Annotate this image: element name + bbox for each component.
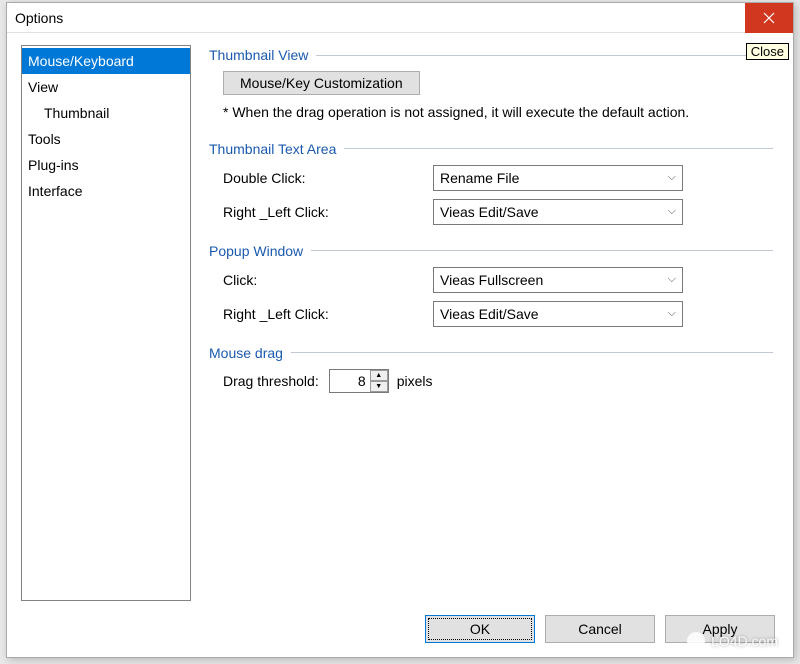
label-click: Click:: [223, 272, 433, 288]
row-click: Click: Vieas Fullscreen ⌵: [223, 267, 773, 293]
section-title: Popup Window: [209, 243, 303, 259]
apply-button[interactable]: Apply: [665, 615, 775, 643]
section-header-thumbnail-text-area: Thumbnail Text Area: [209, 141, 773, 157]
combo-value: Rename File: [440, 170, 519, 186]
section-popup-window: Popup Window Click: Vieas Fullscreen ⌵ R…: [209, 243, 773, 327]
threshold-suffix: pixels: [397, 373, 433, 389]
content-panel: Thumbnail View Mouse/Key Customization *…: [209, 45, 779, 605]
close-icon: [763, 12, 775, 24]
options-dialog: Options Close Mouse/Keyboard View Thumbn…: [6, 2, 794, 658]
drag-note: * When the drag operation is not assigne…: [223, 103, 773, 123]
combo-value: Vieas Edit/Save: [440, 204, 539, 220]
sidebar-item-tools[interactable]: Tools: [22, 126, 190, 152]
section-header-thumbnail-view: Thumbnail View: [209, 47, 773, 63]
chevron-down-icon: ⌵: [668, 273, 676, 286]
section-header-mouse-drag: Mouse drag: [209, 345, 773, 361]
sidebar-item-mouse-keyboard[interactable]: Mouse/Keyboard: [22, 48, 190, 74]
dialog-footer: OK Cancel Apply: [7, 605, 793, 657]
row-right-left-click-2: Right _Left Click: Vieas Edit/Save ⌵: [223, 301, 773, 327]
mouse-key-customization-button[interactable]: Mouse/Key Customization: [223, 71, 420, 95]
combo-right-left-click-1[interactable]: Vieas Edit/Save ⌵: [433, 199, 683, 225]
titlebar: Options: [7, 3, 793, 33]
section-thumbnail-view: Thumbnail View Mouse/Key Customization *…: [209, 47, 773, 123]
sidebar-item-view[interactable]: View: [22, 74, 190, 100]
label-double-click: Double Click:: [223, 170, 433, 186]
cancel-button[interactable]: Cancel: [545, 615, 655, 643]
sidebar-item-interface[interactable]: Interface: [22, 178, 190, 204]
divider: [291, 352, 773, 353]
combo-value: Vieas Fullscreen: [440, 272, 543, 288]
combo-value: Vieas Edit/Save: [440, 306, 539, 322]
chevron-down-icon: ⌵: [668, 171, 676, 184]
ok-button[interactable]: OK: [425, 615, 535, 643]
row-right-left-click-1: Right _Left Click: Vieas Edit/Save ⌵: [223, 199, 773, 225]
combo-right-left-click-2[interactable]: Vieas Edit/Save ⌵: [433, 301, 683, 327]
section-title: Mouse drag: [209, 345, 283, 361]
section-thumbnail-text-area: Thumbnail Text Area Double Click: Rename…: [209, 141, 773, 225]
label-right-left-click: Right _Left Click:: [223, 204, 433, 220]
divider: [316, 55, 773, 56]
row-drag-threshold: Drag threshold: ▲ ▼ pixels: [223, 369, 773, 393]
spinner-up[interactable]: ▲: [370, 370, 388, 381]
dialog-body: Mouse/Keyboard View Thumbnail Tools Plug…: [7, 33, 793, 605]
threshold-input[interactable]: [330, 370, 370, 392]
spinner-buttons: ▲ ▼: [370, 370, 388, 392]
window-title: Options: [15, 10, 63, 26]
section-title: Thumbnail Text Area: [209, 141, 336, 157]
section-title: Thumbnail View: [209, 47, 308, 63]
chevron-down-icon: ⌵: [668, 205, 676, 218]
row-double-click: Double Click: Rename File ⌵: [223, 165, 773, 191]
section-mouse-drag: Mouse drag Drag threshold: ▲ ▼ pixels: [209, 345, 773, 393]
close-button[interactable]: [745, 3, 793, 33]
sidebar: Mouse/Keyboard View Thumbnail Tools Plug…: [21, 45, 191, 601]
label-right-left-click: Right _Left Click:: [223, 306, 433, 322]
divider: [311, 250, 773, 251]
sidebar-item-plugins[interactable]: Plug-ins: [22, 152, 190, 178]
threshold-spinner: ▲ ▼: [329, 369, 389, 393]
combo-click[interactable]: Vieas Fullscreen ⌵: [433, 267, 683, 293]
divider: [344, 148, 773, 149]
spinner-down[interactable]: ▼: [370, 381, 388, 392]
close-tooltip: Close: [746, 43, 789, 60]
section-header-popup-window: Popup Window: [209, 243, 773, 259]
chevron-down-icon: ⌵: [668, 307, 676, 320]
sidebar-item-thumbnail[interactable]: Thumbnail: [22, 100, 190, 126]
label-drag-threshold: Drag threshold:: [223, 373, 319, 389]
combo-double-click[interactable]: Rename File ⌵: [433, 165, 683, 191]
